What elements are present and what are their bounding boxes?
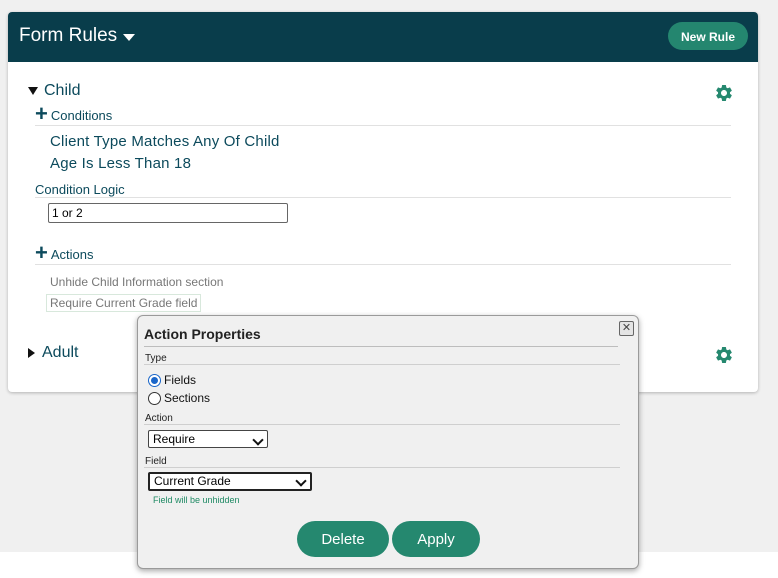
action-label: Action [145,413,173,424]
form-rules-menu[interactable]: Form Rules [19,25,136,47]
field-select-value: Current Grade [154,474,231,488]
add-action-button[interactable]: + Actions [35,240,94,265]
divider [144,346,618,347]
rule-toggle-adult[interactable]: Adult [28,344,78,362]
action-properties-dialog: Action Properties ✕ Type Fields Sections… [137,315,639,569]
rule-name-adult: Adult [42,344,79,361]
plus-icon: + [35,240,48,265]
divider [35,264,731,265]
type-option-fields[interactable]: Fields [148,373,196,387]
page-title: Form Rules [19,25,118,46]
field-label: Field [145,456,167,467]
apply-button[interactable]: Apply [392,521,480,557]
action-select-value: Require [153,432,196,446]
add-condition-button[interactable]: + Conditions [35,101,113,126]
radio-label: Sections [164,391,211,405]
divider [144,364,620,365]
plus-icon: + [35,101,48,126]
actions-label: Actions [50,247,94,262]
divider [35,197,731,198]
action-item[interactable]: Unhide Child Information section [50,275,223,289]
chevron-down-icon [252,434,264,446]
field-select[interactable]: Current Grade [148,472,312,491]
type-label: Type [145,353,167,364]
divider [35,125,731,126]
close-icon[interactable]: ✕ [619,321,634,336]
rule-toggle-child[interactable]: Child [28,82,80,100]
delete-button[interactable]: Delete [297,521,389,557]
new-rule-button[interactable]: New Rule [668,22,748,50]
action-select[interactable]: Require [148,430,268,448]
condition-item[interactable]: Client Type Matches Any Of Child [50,133,280,150]
divider [144,424,620,425]
type-option-sections[interactable]: Sections [148,391,210,405]
field-hint: Field will be unhidden [153,495,240,505]
condition-logic-label: Condition Logic [35,182,125,197]
gear-icon[interactable] [714,345,734,365]
radio-checked[interactable] [148,373,161,387]
rule-name-child: Child [44,82,81,99]
conditions-label: Conditions [50,108,113,123]
gear-icon[interactable] [714,83,734,103]
action-item-selected[interactable]: Require Current Grade field [46,294,202,312]
condition-logic-input[interactable] [48,203,288,223]
card-header: Form Rules New Rule [8,12,758,62]
radio-label: Fields [164,373,197,387]
radio-unchecked[interactable] [148,391,161,405]
divider [144,467,620,468]
caret-down-icon [123,33,136,41]
expanded-triangle-icon [28,87,38,95]
collapsed-triangle-icon [28,348,35,358]
chevron-down-icon [295,475,307,487]
condition-item[interactable]: Age Is Less Than 18 [50,155,191,172]
dialog-title: Action Properties [144,326,261,342]
